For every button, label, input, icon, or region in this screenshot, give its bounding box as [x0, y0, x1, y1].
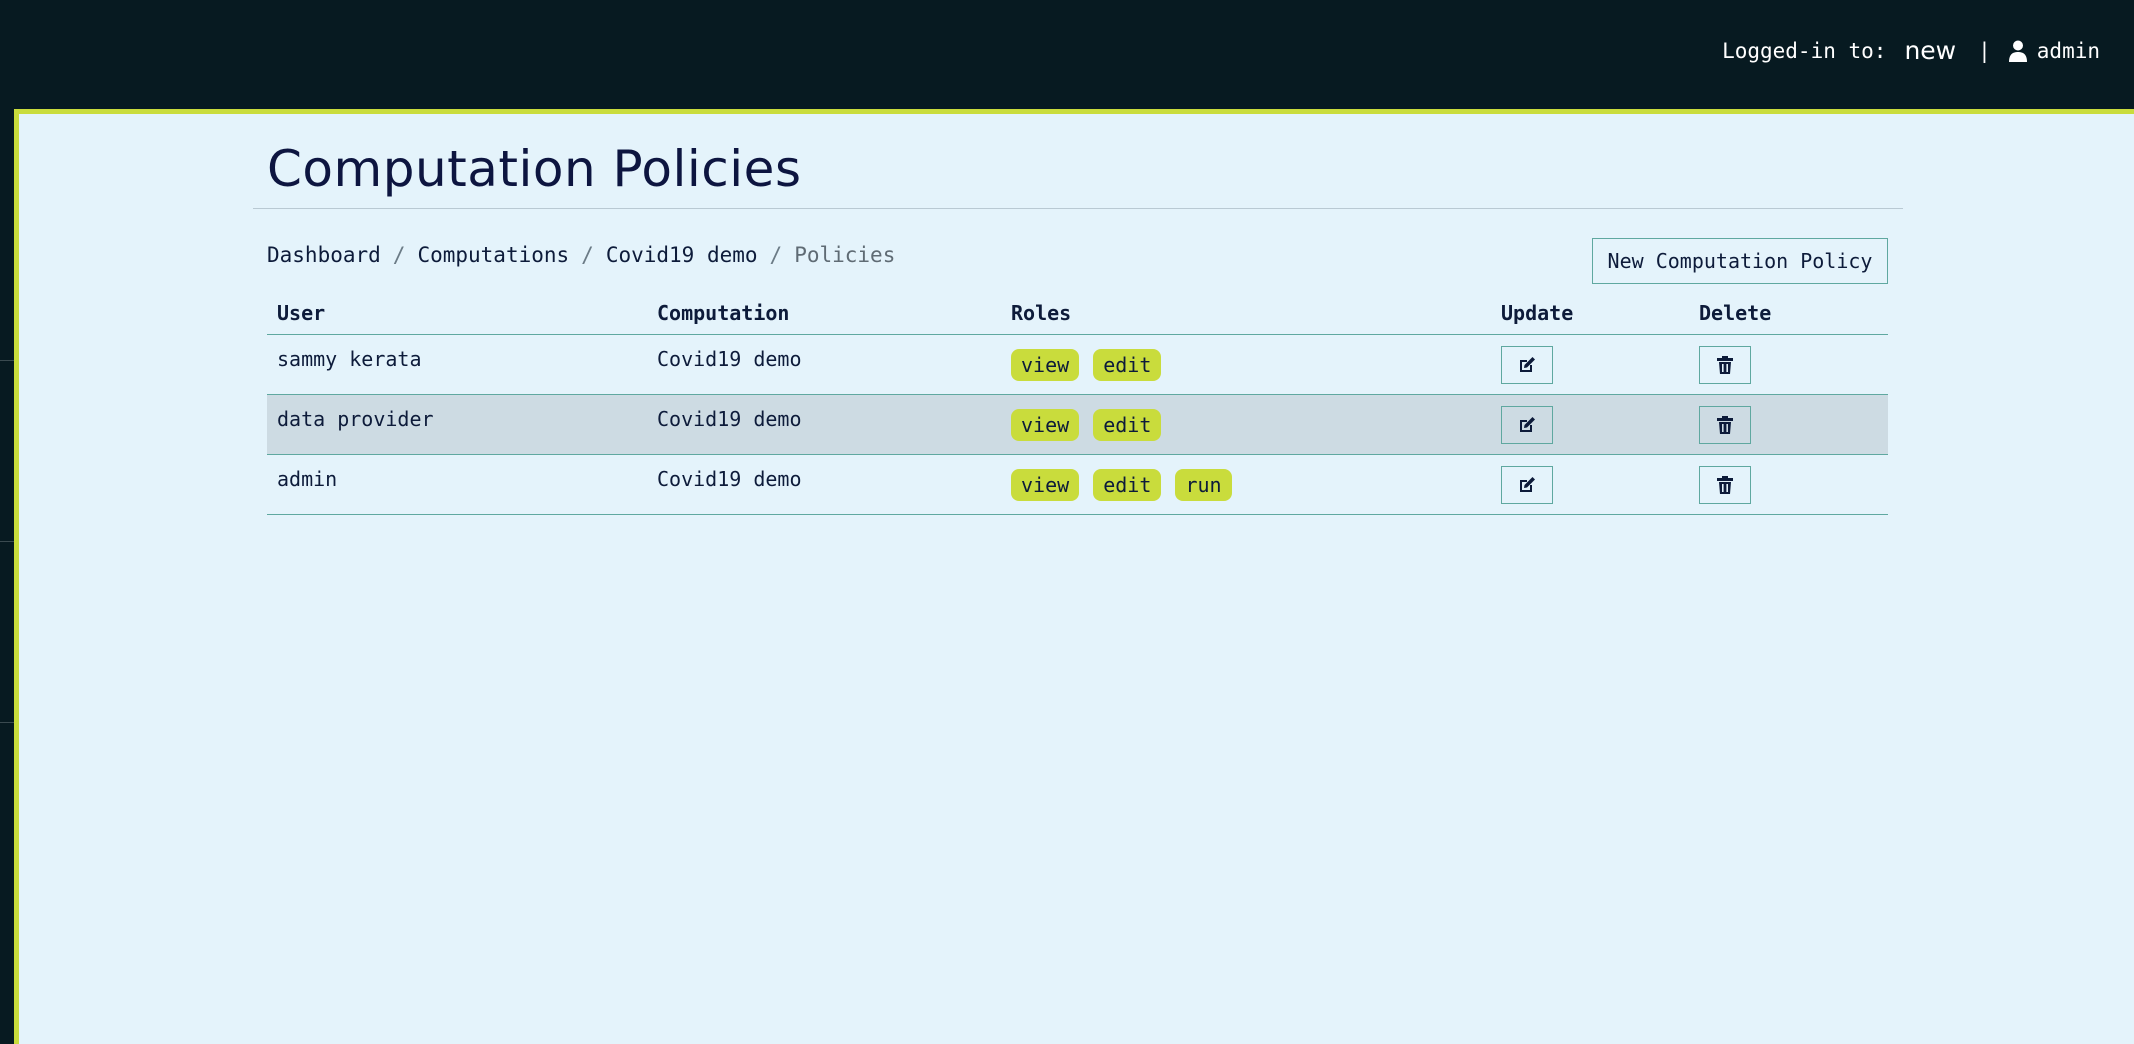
- role-badge: edit: [1093, 468, 1162, 501]
- delete-button[interactable]: [1699, 465, 1751, 504]
- cell-delete: [1689, 394, 1888, 455]
- table-row: sammy kerata Covid19 demo view edit: [267, 334, 1888, 395]
- cell-update: [1491, 334, 1689, 395]
- login-info: Logged-in to: new | admin: [1722, 36, 2100, 65]
- breadcrumb-dashboard[interactable]: Dashboard: [267, 243, 381, 267]
- edit-icon: [1520, 476, 1535, 492]
- cell-user: admin: [267, 454, 647, 515]
- cell-user: data provider: [267, 394, 647, 455]
- cell-delete: [1689, 334, 1888, 395]
- role-badge: run: [1175, 468, 1232, 501]
- breadcrumb: Dashboard / Computations / Covid19 demo …: [267, 243, 895, 267]
- trash-icon: [1717, 475, 1733, 494]
- role-badge: view: [1011, 348, 1080, 381]
- trash-icon: [1717, 415, 1733, 434]
- sidebar-collapsed: [0, 109, 14, 1044]
- column-header-roles[interactable]: Roles: [1001, 292, 1491, 335]
- main-content: Computation Policies Dashboard / Computa…: [14, 109, 2134, 1044]
- delete-button[interactable]: [1699, 405, 1751, 444]
- table-header-row: User Computation Roles Update Delete: [267, 292, 1888, 335]
- logged-in-label: Logged-in to:: [1722, 38, 1887, 63]
- role-badge: edit: [1093, 408, 1162, 441]
- trash-icon: [1717, 355, 1733, 374]
- page-title: Computation Policies: [267, 140, 802, 198]
- title-divider: [253, 208, 1903, 209]
- top-bar: Logged-in to: new | admin: [0, 0, 2134, 109]
- sidebar-divider: [0, 541, 14, 542]
- cell-roles: view edit: [1001, 394, 1491, 455]
- cell-user: sammy kerata: [267, 334, 647, 395]
- update-button[interactable]: [1501, 345, 1553, 384]
- role-badge: view: [1011, 408, 1080, 441]
- cell-roles: view edit: [1001, 334, 1491, 395]
- cell-update: [1491, 454, 1689, 515]
- breadcrumb-separator: /: [392, 243, 406, 267]
- policies-table: User Computation Roles Update Delete sam…: [267, 292, 1888, 515]
- cell-computation: Covid19 demo: [647, 454, 1001, 515]
- new-computation-policy-button[interactable]: New Computation Policy: [1592, 238, 1888, 284]
- realm-name[interactable]: new: [1904, 36, 1956, 65]
- delete-button[interactable]: [1699, 345, 1751, 384]
- breadcrumb-separator: /: [769, 243, 783, 267]
- role-badge: edit: [1093, 348, 1162, 381]
- edit-icon: [1520, 356, 1535, 372]
- column-header-computation[interactable]: Computation: [647, 292, 1001, 335]
- username[interactable]: admin: [2037, 39, 2100, 63]
- sidebar-divider: [0, 360, 14, 361]
- edit-icon: [1520, 416, 1535, 432]
- table-row: data provider Covid19 demo view edit: [267, 394, 1888, 455]
- breadcrumb-computation[interactable]: Covid19 demo: [606, 243, 758, 267]
- sidebar-divider: [0, 722, 14, 723]
- cell-delete: [1689, 454, 1888, 515]
- update-button[interactable]: [1501, 465, 1553, 504]
- cell-computation: Covid19 demo: [647, 394, 1001, 455]
- column-header-user[interactable]: User: [267, 292, 647, 335]
- breadcrumb-separator: /: [581, 243, 594, 267]
- table-row: admin Covid19 demo view edit run: [267, 454, 1888, 515]
- column-header-update: Update: [1491, 292, 1689, 335]
- breadcrumb-computations[interactable]: Computations: [417, 243, 569, 267]
- role-badge: view: [1011, 468, 1080, 501]
- column-header-delete: Delete: [1689, 292, 1888, 335]
- cell-update: [1491, 394, 1689, 455]
- update-button[interactable]: [1501, 405, 1553, 444]
- header-separator: |: [1978, 38, 1991, 63]
- cell-roles: view edit run: [1001, 454, 1491, 515]
- cell-computation: Covid19 demo: [647, 334, 1001, 395]
- breadcrumb-current: Policies: [794, 243, 896, 267]
- user-icon: [2008, 40, 2027, 62]
